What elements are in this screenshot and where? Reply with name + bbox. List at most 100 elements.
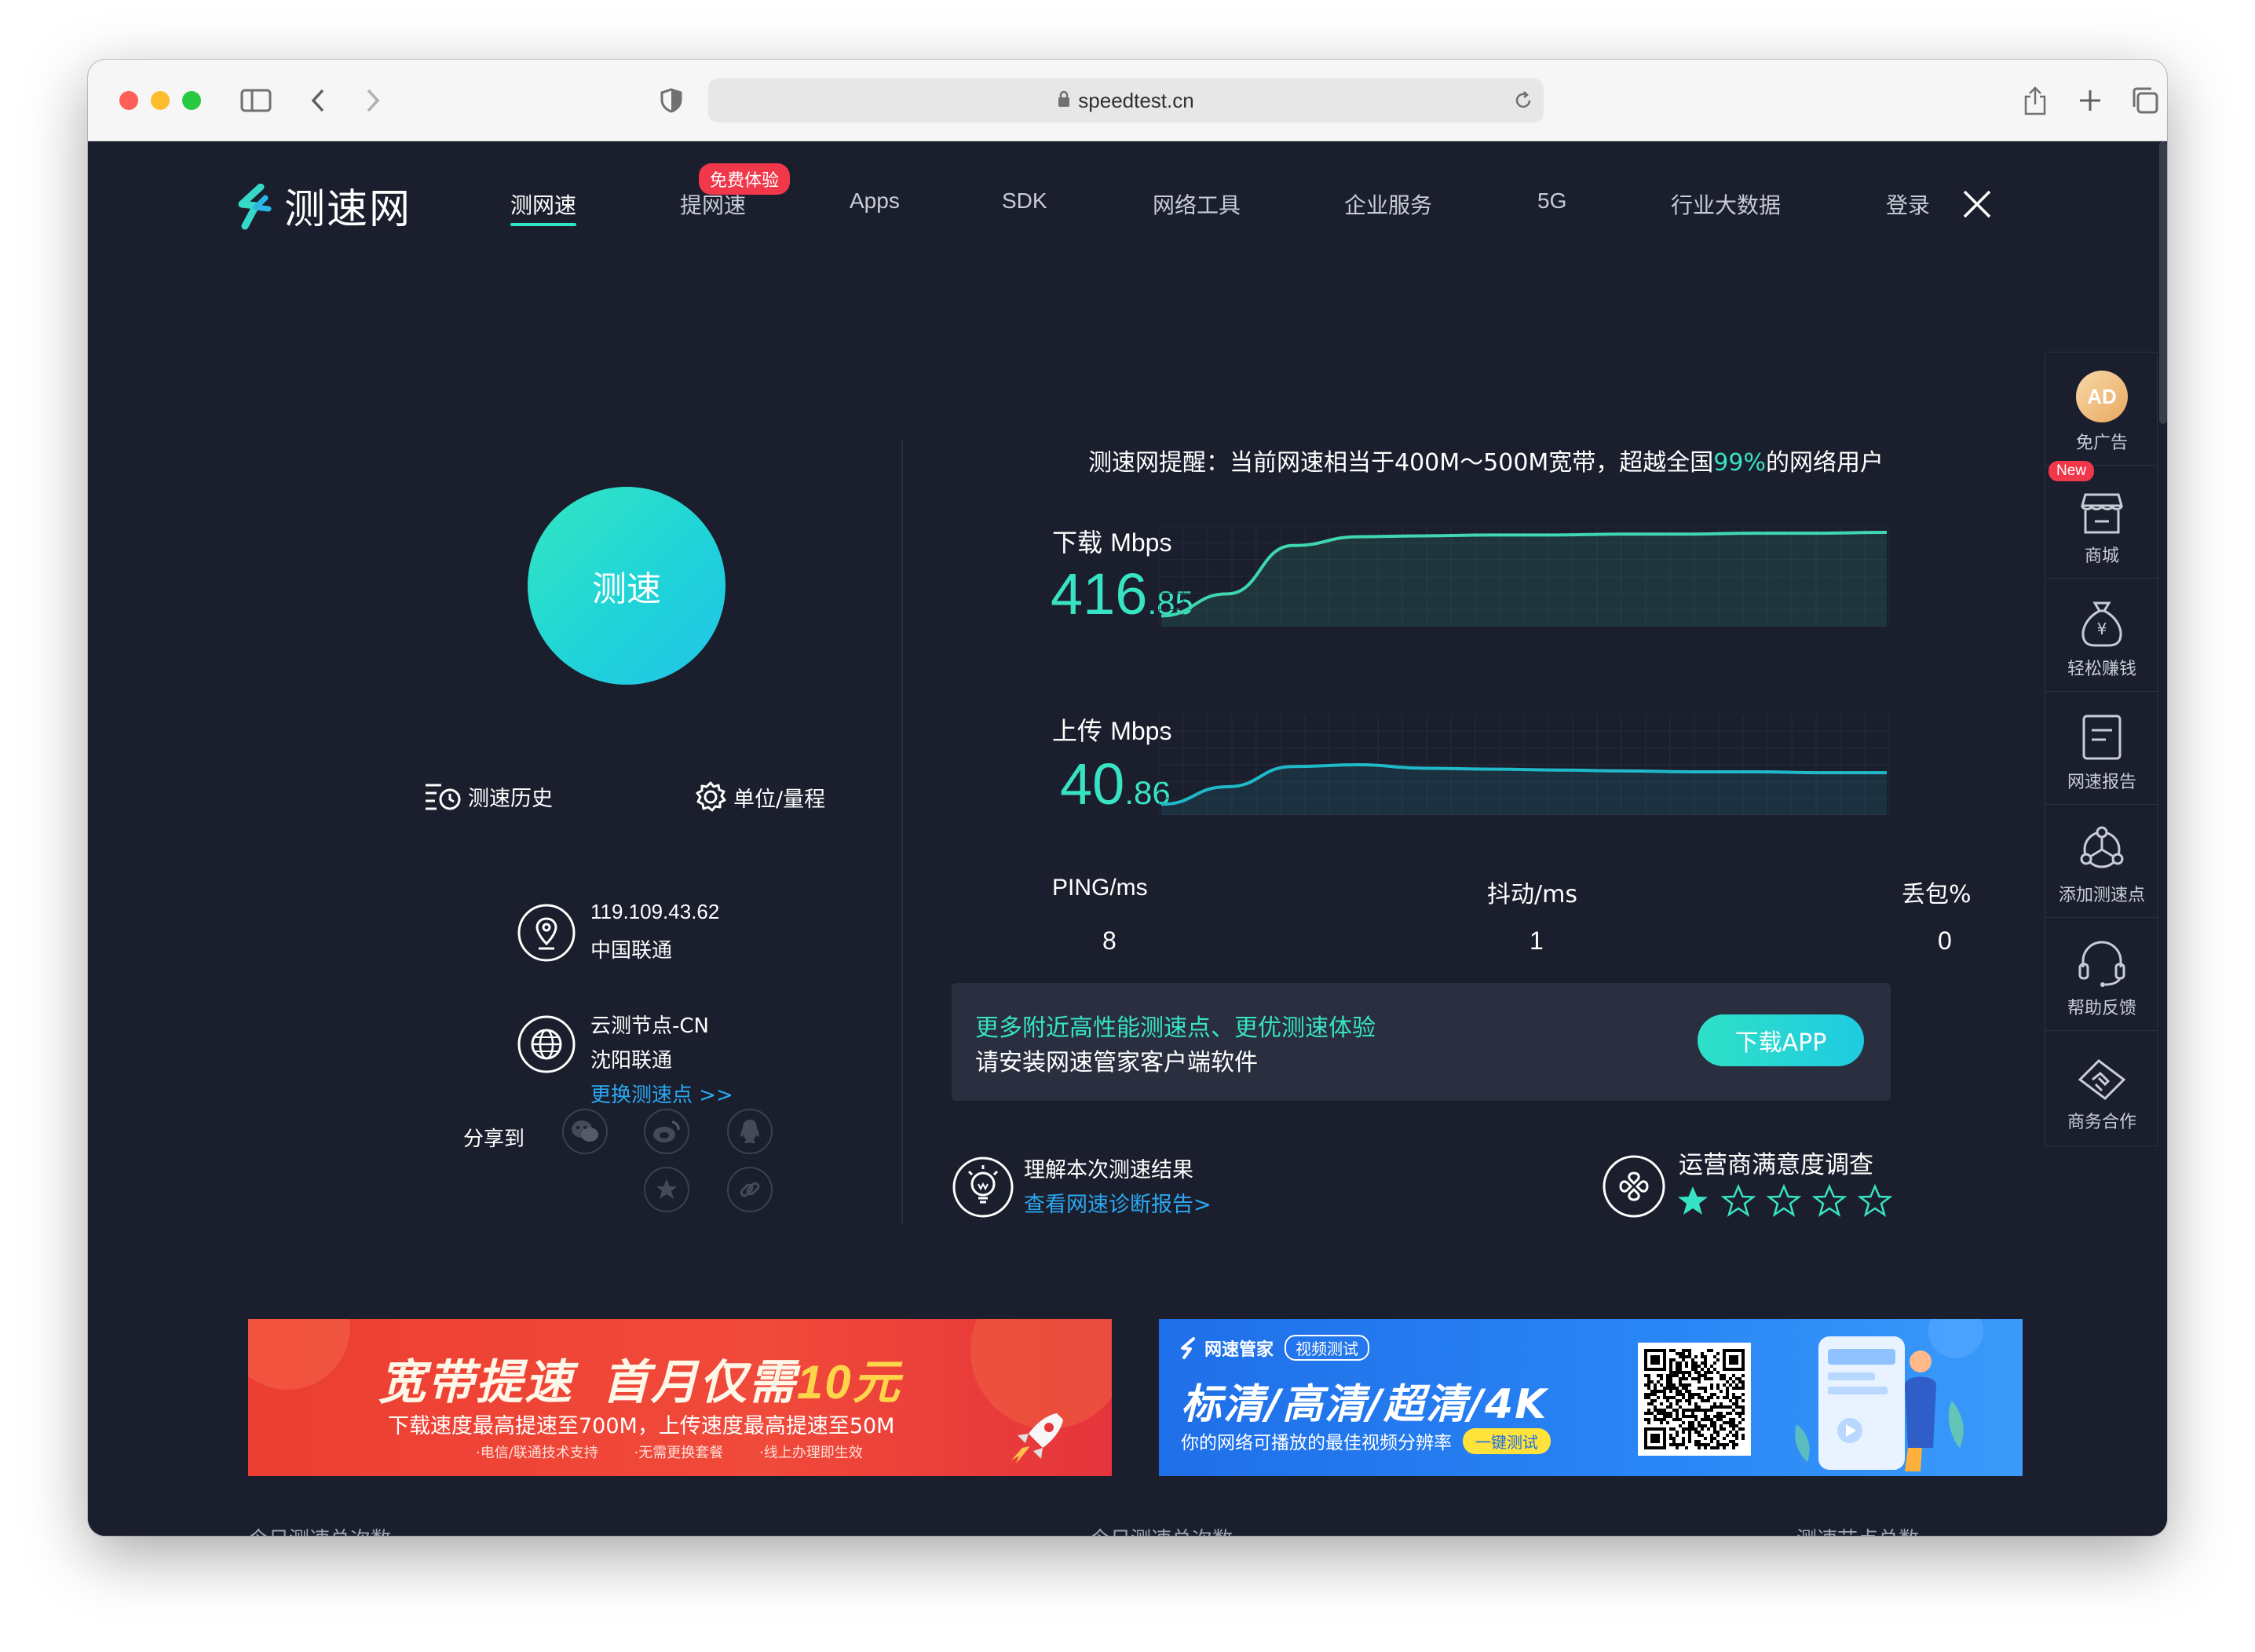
qq-icon — [740, 1120, 759, 1143]
survey-title: 运营商满意度调查 — [1679, 1151, 1873, 1179]
isp-name: 中国联通 — [590, 939, 673, 963]
banner-blue-sub-row: 你的网络可播放的最佳视频分辨率 一键测试 — [1181, 1427, 1551, 1454]
sidebar-item-help[interactable]: 帮助反馈 — [2045, 918, 2158, 1031]
lock-icon — [1058, 89, 1070, 113]
login-link[interactable]: 登录 — [1886, 188, 1930, 220]
logo-icon — [238, 183, 272, 230]
free-trial-badge: 免费体验 — [699, 163, 791, 195]
download-title: 下载 — [1052, 528, 1103, 557]
node-name: 云测节点-CN — [590, 1014, 709, 1038]
banner-red-headline-a: 宽带提速 — [378, 1355, 573, 1410]
start-test-button[interactable]: 测速 — [528, 487, 725, 685]
sidebar-item-shop[interactable]: New 商城 — [2045, 461, 2158, 579]
sidebar-label-no-ads: 免广告 — [2075, 433, 2128, 453]
gear-icon — [696, 781, 726, 812]
nav-sdk[interactable]: SDK — [1002, 188, 1047, 214]
new-tab-icon[interactable] — [2074, 83, 2106, 118]
banner-blue-sub: 你的网络可播放的最佳视频分辨率 — [1181, 1433, 1452, 1453]
download-label: 下载 Mbps — [1052, 523, 1171, 559]
loss-label: 丢包% — [1902, 881, 1972, 908]
nav-apps[interactable]: Apps — [850, 188, 900, 214]
bulb-icon — [952, 1156, 1014, 1222]
rating-star-icon[interactable] — [1721, 1184, 1756, 1219]
banner-blue-brand: 网速管家 — [1204, 1340, 1274, 1360]
reload-icon[interactable] — [1512, 90, 1534, 117]
history-icon — [426, 784, 461, 810]
video-test-banner[interactable]: 网速管家 视频测试 标清/高清/超清/4K 你的网络可播放的最佳视频分辨率 一键… — [1159, 1319, 2023, 1476]
back-icon[interactable] — [305, 83, 331, 118]
stat-today-total-b: 今日测速总次数 — [1090, 1523, 1233, 1536]
page-scrollbar[interactable] — [2159, 141, 2167, 424]
site-logo[interactable] — [234, 183, 281, 231]
ip-address: 119.109.43.62 — [590, 900, 720, 923]
sidebar-item-business[interactable]: 商务合作 — [2045, 1031, 2158, 1144]
banner-red-headline-b: 首月仅需 — [601, 1355, 797, 1410]
history-button[interactable]: 测速历史 — [424, 780, 553, 812]
close-icon[interactable] — [1961, 188, 1993, 223]
reminder-prefix: 测速网提醒：当前网速相当于400M～500M宽带，超越全国 — [1088, 449, 1714, 477]
share-wechat-button[interactable] — [562, 1109, 608, 1154]
sidebar-item-no-ads[interactable]: AD 免广告 — [2045, 353, 2158, 466]
share-link-button[interactable] — [727, 1167, 773, 1212]
diagnosis-report-link[interactable]: 查看网速诊断报告> — [1024, 1187, 1212, 1218]
tab-overview-icon[interactable] — [2129, 83, 2161, 118]
rocket-icon — [1002, 1405, 1073, 1476]
unicom-icon — [1602, 1154, 1666, 1222]
nav-network-tools[interactable]: 网络工具 — [1153, 188, 1241, 220]
share-weibo-button[interactable] — [644, 1109, 689, 1154]
sidebar-label-add-node: 添加测速点 — [2058, 886, 2145, 905]
banner-red-foot2: ·无需更换套餐 — [634, 1445, 724, 1461]
location-pin-icon — [517, 903, 576, 966]
upload-speed: 40.86 — [1060, 751, 1171, 817]
forward-icon[interactable] — [360, 83, 386, 118]
sidebar-item-add-node[interactable]: 添加测速点 — [2045, 805, 2158, 918]
units-label: 单位/量程 — [733, 787, 826, 812]
privacy-shield-icon[interactable] — [658, 83, 685, 118]
site-logo-text[interactable]: 测速网 — [284, 176, 411, 235]
phone-illustration — [1787, 1330, 2007, 1475]
units-button[interactable]: 单位/量程 — [694, 780, 825, 813]
svg-text:¥: ¥ — [2097, 620, 2107, 638]
sidebar-label-shop: 商城 — [2084, 546, 2119, 566]
zoom-window-button[interactable] — [182, 91, 201, 110]
rating-star-icon[interactable] — [1767, 1184, 1801, 1219]
download-app-button[interactable]: 下载APP — [1698, 1014, 1864, 1066]
rating-star-icon[interactable] — [1812, 1184, 1847, 1219]
stat-today-total-a: 今日测速总次数 — [248, 1523, 391, 1536]
node-isp: 沈阳联通 — [590, 1049, 673, 1073]
minimize-window-button[interactable] — [151, 91, 170, 110]
banner-blue-brand-row: 网速管家 视频测试 — [1179, 1335, 1370, 1361]
url-bar[interactable]: speedtest.cn — [708, 79, 1544, 122]
browser-window: speedtest.cn 测速网 测网速 提网速 免费体验 Apps SDK 网… — [88, 60, 2167, 1536]
close-window-button[interactable] — [119, 91, 138, 110]
nav-speedtest[interactable]: 测网速 — [510, 188, 576, 220]
upload-speed-int: 40 — [1060, 751, 1125, 817]
jitter-value: 1 — [1530, 927, 1544, 955]
sidebar-item-report[interactable]: 网速报告 — [2045, 692, 2158, 805]
nav-industry-data[interactable]: 行业大数据 — [1671, 188, 1781, 220]
change-node-link[interactable]: 更换测速点 >> — [590, 1079, 733, 1108]
globe-icon — [517, 1014, 576, 1077]
share-favorite-button[interactable] — [644, 1167, 689, 1212]
promo-line2: 请安装网速管家客户端软件 — [975, 1049, 1258, 1076]
speedtest-page: 测速网 测网速 提网速 免费体验 Apps SDK 网络工具 企业服务 5G 行… — [88, 141, 2167, 1536]
sidebar-label-report: 网速报告 — [2067, 773, 2136, 792]
rating-star-icon[interactable] — [1858, 1184, 1892, 1219]
sidebar-item-earn[interactable]: ¥ 轻松赚钱 — [2045, 579, 2158, 692]
banner-blue-tag: 视频测试 — [1285, 1335, 1370, 1361]
broadband-speedup-banner[interactable]: 宽带提速 首月仅需10元 下载速度最高提速至700M，上传速度最高提速至50M … — [248, 1319, 1112, 1476]
share-qq-button[interactable] — [727, 1109, 773, 1154]
headset-icon — [2078, 941, 2125, 987]
qr-code — [1638, 1343, 1751, 1456]
nav-enterprise[interactable]: 企业服务 — [1344, 188, 1432, 220]
upload-chart — [1158, 714, 1890, 816]
share-icon[interactable] — [2019, 83, 2051, 118]
understand-title: 理解本次测速结果 — [1024, 1158, 1193, 1182]
nav-5g[interactable]: 5G — [1537, 188, 1566, 214]
upload-title: 上传 — [1052, 716, 1103, 746]
sidebar-toggle-icon[interactable] — [239, 83, 273, 118]
rating-star-icon[interactable] — [1676, 1184, 1710, 1219]
one-click-test-button[interactable]: 一键测试 — [1463, 1427, 1551, 1454]
banner-blue-headline: 标清/高清/超清/4K — [1181, 1381, 1548, 1428]
download-chart — [1158, 525, 1890, 627]
